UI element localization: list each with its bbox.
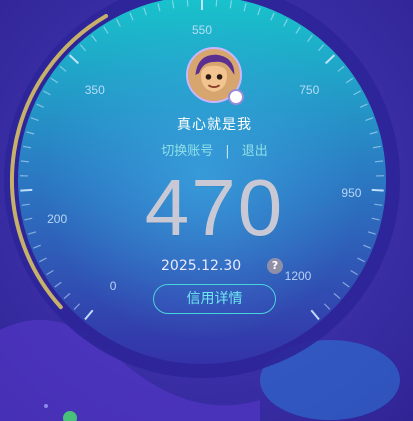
account-actions: 切换账号 | 退出 [0,140,413,159]
credit-score: 470 [144,163,285,252]
gauge-minor-tick [186,0,189,7]
scale-label-350: 350 [84,83,105,97]
scale-label-550: 550 [192,23,213,37]
account-separator: | [225,144,230,159]
switch-account-link[interactable]: 切换账号 [161,140,213,159]
credit-detail-button[interactable]: 信用详情 [153,284,276,314]
scale-label-1200: 1200 [284,269,312,284]
verified-badge-icon [228,89,244,105]
scale-label-0: 0 [109,278,117,293]
gauge-minor-tick [215,0,218,7]
score-date: 2025.12.30 [161,258,242,274]
scale-label-200: 200 [47,211,68,226]
floating-dot-small [44,404,48,408]
help-icon[interactable]: ? [267,258,283,274]
scale-label-950: 950 [341,186,362,201]
username: 真心就是我 [177,117,252,133]
scale-label-750: 750 [299,83,320,97]
logout-link[interactable]: 退出 [242,140,268,159]
